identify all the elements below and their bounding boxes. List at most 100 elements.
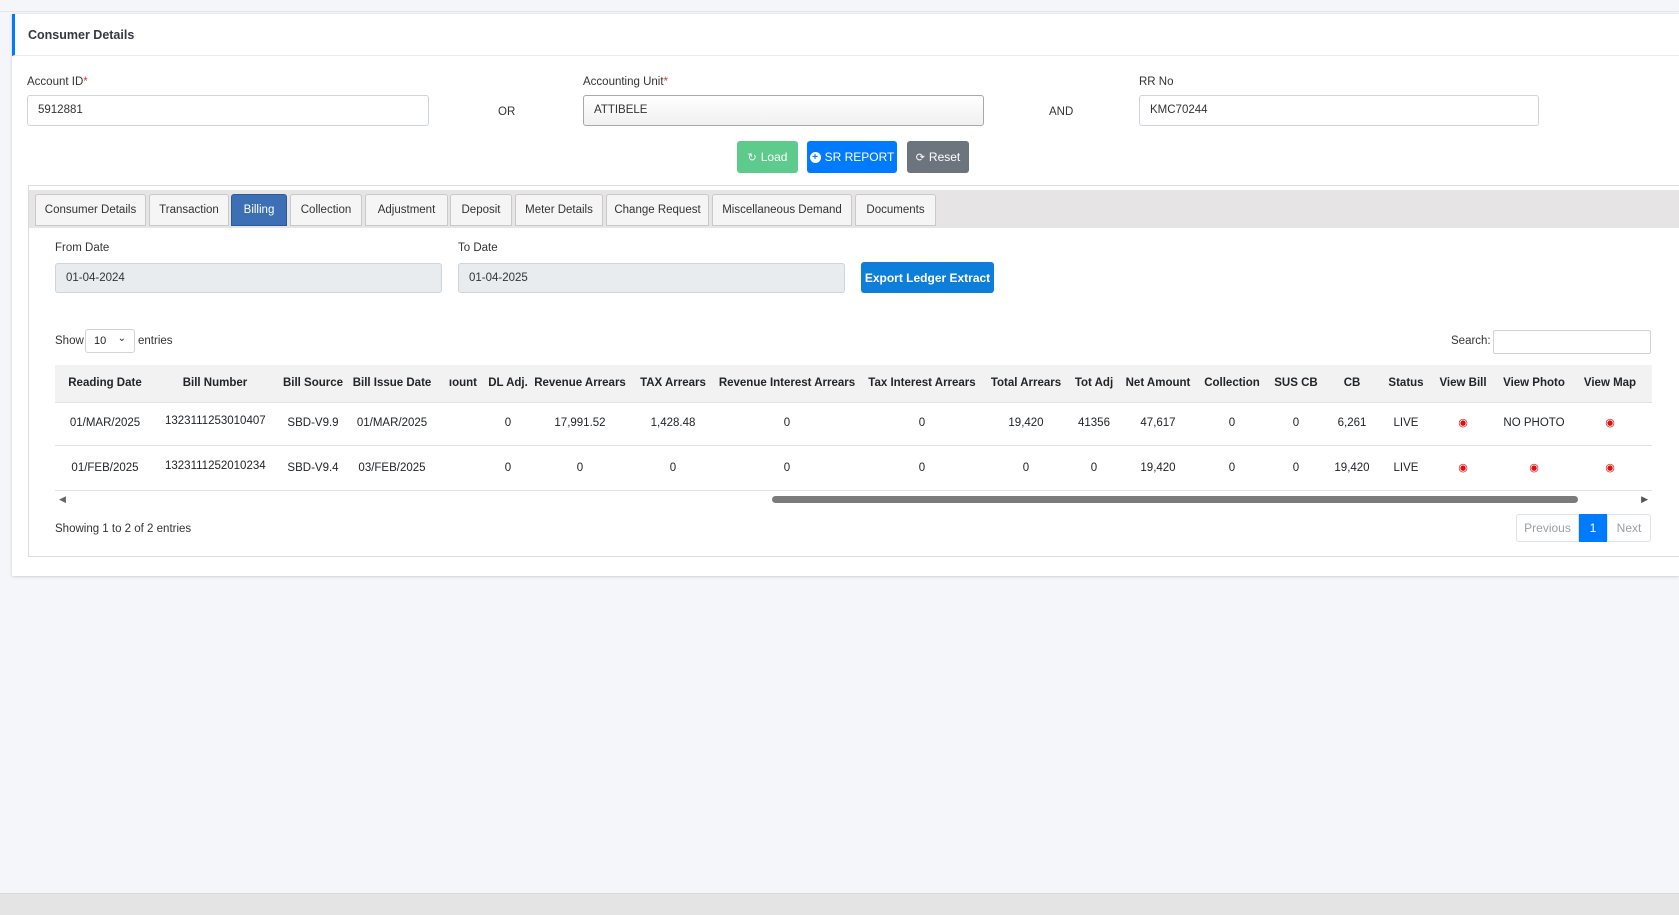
tab-collection[interactable]: Collection <box>290 194 362 226</box>
horizontal-scrollbar[interactable]: ◀ ▶ <box>55 493 1652 505</box>
view-map-eye-icon[interactable]: ◉ <box>1575 416 1645 429</box>
cell-sus-cb: 0 <box>1292 462 1300 474</box>
rr-no-field[interactable]: KMC70244 <box>1139 95 1539 126</box>
cell-total-arrears: 19,420 <box>1008 417 1044 429</box>
col-view-bill[interactable]: View Bill <box>1433 377 1493 389</box>
cell-tax-interest-arrears: 0 <box>918 462 926 474</box>
search-input[interactable] <box>1493 330 1651 354</box>
cell-collection: 0 <box>1228 417 1236 429</box>
col-amount[interactable]: ıount <box>431 377 477 389</box>
billing-table: Reading Date Bill Number Bill Source Bil… <box>55 365 1652 491</box>
cell-status: LIVE <box>1393 417 1419 429</box>
from-date-field[interactable]: 01-04-2024 <box>55 263 442 293</box>
cell-revenue-arrears: 0 <box>576 462 584 474</box>
view-map-eye-icon[interactable]: ◉ <box>1575 461 1645 474</box>
account-id-field[interactable]: 5912881 <box>27 95 429 126</box>
view-bill-eye-icon[interactable]: ◉ <box>1433 461 1493 474</box>
col-reading-date[interactable]: Reading Date <box>65 377 145 389</box>
tab-documents[interactable]: Documents <box>855 194 936 226</box>
tab-billing[interactable]: Billing <box>231 194 287 226</box>
col-total-arrears[interactable]: Total Arrears <box>985 377 1067 389</box>
col-tax-interest-arrears[interactable]: Tax Interest Arrears <box>855 377 989 389</box>
to-date-label: To Date <box>458 242 498 254</box>
account-id-label: Account ID* <box>27 76 88 88</box>
col-status[interactable]: Status <box>1381 377 1431 389</box>
col-net-amount[interactable]: Net Amount <box>1121 377 1195 389</box>
scroll-right-icon[interactable]: ▶ <box>1641 494 1648 505</box>
cell-revenue-interest-arrears: 0 <box>783 417 791 429</box>
spinner-icon: ↻ <box>747 151 757 164</box>
col-bill-issue-date[interactable]: Bill Issue Date <box>351 377 433 389</box>
scroll-left-icon[interactable]: ◀ <box>59 494 66 505</box>
col-view-map[interactable]: View Map <box>1575 377 1645 389</box>
col-bill-source[interactable]: Bill Source <box>281 377 345 389</box>
cell-total-arrears: 0 <box>1022 462 1030 474</box>
from-date-label: From Date <box>55 242 110 254</box>
pagination-next[interactable]: Next <box>1607 514 1651 542</box>
tab-adjustment[interactable]: Adjustment <box>365 194 448 226</box>
tab-consumer-details[interactable]: Consumer Details <box>35 194 146 226</box>
accounting-unit-select[interactable]: ATTIBELE <box>583 95 984 126</box>
cell-net-amount: 19,420 <box>1140 462 1176 474</box>
and-label: AND <box>1049 106 1074 118</box>
tab-transaction[interactable]: Transaction <box>149 194 229 226</box>
cell-bill-source: SBD-V9.4 <box>287 462 339 474</box>
cell-tax-interest-arrears: 0 <box>918 417 926 429</box>
sr-report-button[interactable]: + SR REPORT <box>807 141 897 173</box>
rr-no-label: RR No <box>1139 76 1174 88</box>
col-tot-adj[interactable]: Tot Adj <box>1067 377 1121 389</box>
accounting-unit-label: Accounting Unit* <box>583 76 669 88</box>
page-footer <box>0 893 1679 915</box>
entries-label: entries <box>138 335 173 347</box>
cell-dl-adj: 0 <box>504 462 512 474</box>
refresh-icon: ⟳ <box>915 151 925 164</box>
cell-bill-issue-date: 01/MAR/2025 <box>356 417 428 429</box>
col-view-photo[interactable]: View Photo <box>1499 377 1569 389</box>
cell-cb: 6,261 <box>1337 417 1367 429</box>
tab-miscellaneous-demand[interactable]: Miscellaneous Demand <box>712 194 852 226</box>
col-sus-cb[interactable]: SUS CB <box>1269 377 1323 389</box>
cell-sus-cb: 0 <box>1292 417 1300 429</box>
row-divider <box>55 445 1652 446</box>
search-label: Search: <box>1451 335 1491 347</box>
pagination-page-1[interactable]: 1 <box>1579 514 1607 542</box>
to-date-field[interactable]: 01-04-2025 <box>458 263 845 293</box>
view-photo-eye-icon[interactable]: ◉ <box>1499 461 1569 474</box>
cell-tax-arrears: 1,428.48 <box>650 417 696 429</box>
cell-status: LIVE <box>1393 462 1419 474</box>
col-tax-arrears[interactable]: TAX Arrears <box>631 377 715 389</box>
cell-revenue-interest-arrears: 0 <box>783 462 791 474</box>
col-cb[interactable]: CB <box>1327 377 1377 389</box>
cell-cb: 19,420 <box>1334 462 1370 474</box>
chevron-down-icon: ⌄ <box>117 333 126 344</box>
cell-tot-adj: 41356 <box>1078 417 1110 429</box>
page-size-select[interactable]: 10 ⌄ <box>85 329 135 353</box>
col-collection[interactable]: Collection <box>1199 377 1265 389</box>
col-revenue-interest-arrears[interactable]: Revenue Interest Arrears <box>716 377 858 389</box>
plus-circle-icon: + <box>809 151 821 163</box>
tab-deposit[interactable]: Deposit <box>450 194 512 226</box>
export-ledger-button[interactable]: Export Ledger Extract <box>861 262 994 293</box>
load-button[interactable]: ↻ Load <box>737 141 798 173</box>
scroll-thumb[interactable] <box>772 496 1578 503</box>
cell-revenue-arrears: 17,991.52 <box>554 417 606 429</box>
tab-change-request[interactable]: Change Request <box>606 194 709 226</box>
cell-dl-adj: 0 <box>504 417 512 429</box>
col-bill-number[interactable]: Bill Number <box>165 377 265 389</box>
show-label: Show <box>55 335 84 347</box>
view-bill-eye-icon[interactable]: ◉ <box>1433 416 1493 429</box>
cell-bill-source: SBD-V9.9 <box>287 417 339 429</box>
tab-meter-details[interactable]: Meter Details <box>515 194 603 226</box>
cell-net-amount: 47,617 <box>1140 417 1176 429</box>
table-info: Showing 1 to 2 of 2 entries <box>55 523 192 535</box>
card-title: Consumer Details <box>12 14 1679 56</box>
reset-button[interactable]: ⟳ Reset <box>907 141 969 173</box>
cell-bill-issue-date: 03/FEB/2025 <box>358 462 426 474</box>
col-dl-adj[interactable]: DL Adj. <box>483 377 533 389</box>
cell-reading-date: 01/MAR/2025 <box>69 417 141 429</box>
tab-bar: Consumer Details Transaction Billing Col… <box>29 190 1679 228</box>
cell-collection: 0 <box>1228 462 1236 474</box>
pagination-previous[interactable]: Previous <box>1516 514 1579 542</box>
row-divider <box>55 490 1652 491</box>
col-revenue-arrears[interactable]: Revenue Arrears <box>530 377 630 389</box>
